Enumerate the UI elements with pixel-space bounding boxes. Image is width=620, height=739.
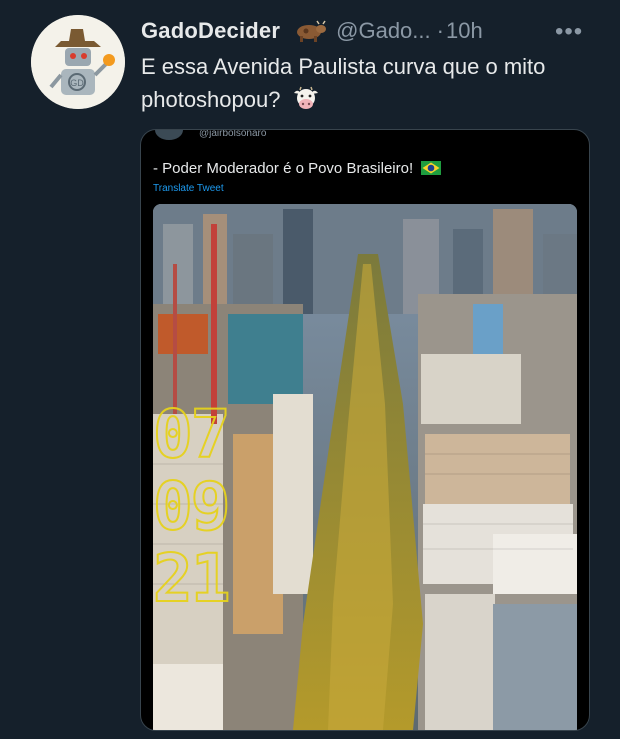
date-overlay: 07 09 21 bbox=[153, 396, 263, 617]
cow-badge-icon bbox=[292, 19, 327, 43]
avatar[interactable]: GD bbox=[31, 15, 125, 109]
tweet[interactable]: GD GadoDecider @Gado... · 10h ••• E essa… bbox=[0, 0, 620, 739]
brazil-flag-icon bbox=[421, 161, 442, 175]
translate-tweet-link[interactable]: Translate Tweet bbox=[153, 183, 224, 194]
date-overlay-line: 09 bbox=[153, 468, 231, 545]
display-name[interactable]: GadoDecider bbox=[141, 18, 280, 44]
date-overlay-line: 07 bbox=[153, 396, 231, 473]
more-options-icon[interactable]: ••• bbox=[555, 18, 583, 46]
tweet-text: E essa Avenida Paulista curva que o mito… bbox=[141, 50, 591, 116]
quoted-avatar bbox=[155, 130, 183, 140]
robot-avatar-icon: GD bbox=[31, 15, 125, 109]
date-overlay-line: 21 bbox=[153, 540, 231, 617]
cow-face-emoji-icon bbox=[291, 86, 321, 112]
tweet-header: GadoDecider @Gado... · 10h bbox=[141, 14, 483, 48]
quoted-tweet-image[interactable]: @jairbolsonaro - Poder Moderador é o Pov… bbox=[140, 129, 590, 731]
separator: · bbox=[436, 18, 444, 43]
aerial-photo: 07 09 21 bbox=[153, 204, 577, 730]
quoted-text-content: - Poder Moderador é o Povo Brasileiro! bbox=[153, 160, 414, 177]
timestamp[interactable]: 10h bbox=[446, 18, 483, 44]
quoted-text: - Poder Moderador é o Povo Brasileiro! bbox=[153, 160, 442, 177]
quoted-handle: @jairbolsonaro bbox=[199, 129, 267, 139]
svg-text:GD: GD bbox=[70, 78, 84, 88]
tweet-text-content: E essa Avenida Paulista curva que o mito… bbox=[141, 54, 546, 112]
handle[interactable]: @Gado... bbox=[336, 18, 431, 44]
